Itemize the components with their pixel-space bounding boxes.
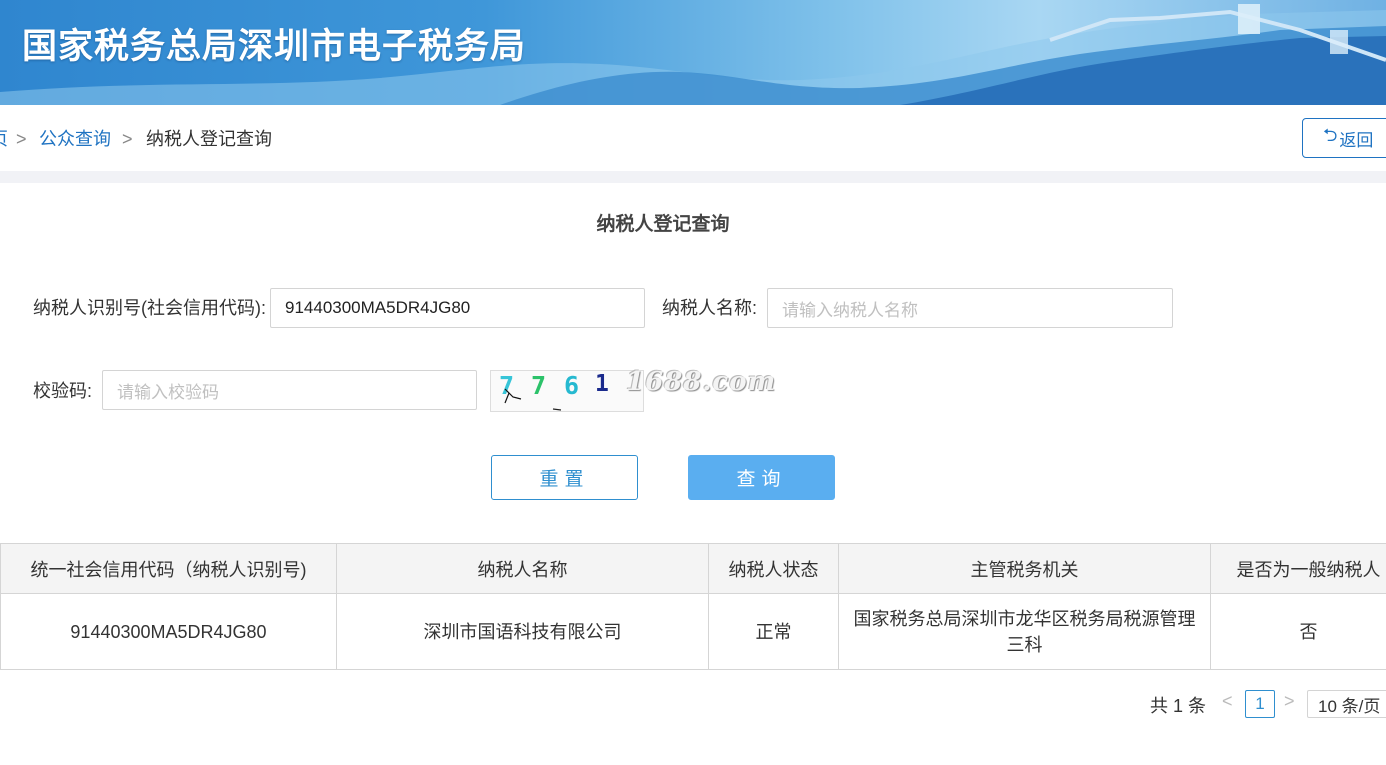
site-title: 国家税务总局深圳市电子税务局 bbox=[22, 27, 527, 67]
next-page-icon[interactable]: > bbox=[1284, 691, 1295, 712]
taxpayer-name-placeholder: 请输入纳税人名称 bbox=[782, 300, 918, 320]
tax-id-value: 91440300MA5DR4JG80 bbox=[285, 298, 471, 317]
column-header-credit-code: 统一社会信用代码（纳税人识别号) bbox=[0, 543, 337, 594]
cell-tax-authority: 国家税务总局深圳市龙华区税务局税源管理三科 bbox=[838, 593, 1211, 670]
back-button-label: 返回 bbox=[1339, 130, 1374, 150]
captcha-label: 校验码: bbox=[33, 381, 93, 401]
breadcrumb-separator: > bbox=[16, 129, 27, 149]
captcha-image[interactable]: 7 7 6 1 bbox=[490, 370, 644, 412]
taxpayer-name-input[interactable]: 请输入纳税人名称 bbox=[767, 288, 1173, 328]
captcha-noise bbox=[504, 388, 562, 411]
cell-status: 正常 bbox=[708, 593, 839, 670]
captcha-placeholder: 请输入校验码 bbox=[117, 382, 219, 402]
column-header-status: 纳税人状态 bbox=[708, 543, 839, 594]
watermark: 1688.com bbox=[626, 367, 777, 397]
header-banner: 国家税务总局深圳市电子税务局 bbox=[0, 0, 1386, 105]
tax-id-label: 纳税人识别号(社会信用代码): bbox=[33, 298, 266, 318]
page-number-button[interactable]: 1 bbox=[1245, 690, 1275, 718]
cell-general-taxpayer: 否 bbox=[1210, 593, 1386, 670]
query-button[interactable]: 查询 bbox=[688, 455, 835, 500]
section-divider bbox=[0, 171, 1386, 183]
page-size-select[interactable]: 10 条/页 bbox=[1307, 690, 1386, 718]
column-header-general-taxpayer: 是否为一般纳税人 bbox=[1210, 543, 1386, 594]
column-header-taxpayer-name: 纳税人名称 bbox=[336, 543, 709, 594]
breadcrumb-public-query[interactable]: 公众查询 bbox=[39, 127, 111, 151]
taxpayer-name-label: 纳税人名称: bbox=[662, 298, 758, 318]
results-table: 统一社会信用代码（纳税人识别号) 纳税人名称 纳税人状态 主管税务机关 是否为一… bbox=[0, 543, 1386, 670]
cell-credit-code: 91440300MA5DR4JG80 bbox=[0, 593, 337, 670]
previous-page-icon[interactable]: < bbox=[1222, 691, 1233, 712]
form-title: 纳税人登记查询 bbox=[596, 214, 730, 235]
tax-id-input[interactable]: 91440300MA5DR4JG80 bbox=[270, 288, 645, 328]
breadcrumb-separator: > bbox=[122, 129, 133, 149]
breadcrumb-current: 纳税人登记查询 bbox=[146, 129, 272, 149]
pagination-total: 共 1 条 bbox=[1150, 696, 1207, 716]
back-button[interactable]: ⮌ 返回 bbox=[1302, 118, 1386, 158]
reset-button[interactable]: 重置 bbox=[491, 455, 638, 500]
breadcrumb-home[interactable]: 页 bbox=[0, 127, 8, 151]
return-icon: ⮌ bbox=[1323, 125, 1338, 145]
captcha-input[interactable]: 请输入校验码 bbox=[102, 370, 477, 410]
column-header-tax-authority: 主管税务机关 bbox=[838, 543, 1211, 594]
table-header-row: 统一社会信用代码（纳税人识别号) 纳税人名称 纳税人状态 主管税务机关 是否为一… bbox=[0, 543, 1386, 594]
cell-taxpayer-name: 深圳市国语科技有限公司 bbox=[336, 593, 709, 670]
table-row: 91440300MA5DR4JG80 深圳市国语科技有限公司 正常 国家税务总局… bbox=[0, 593, 1386, 670]
